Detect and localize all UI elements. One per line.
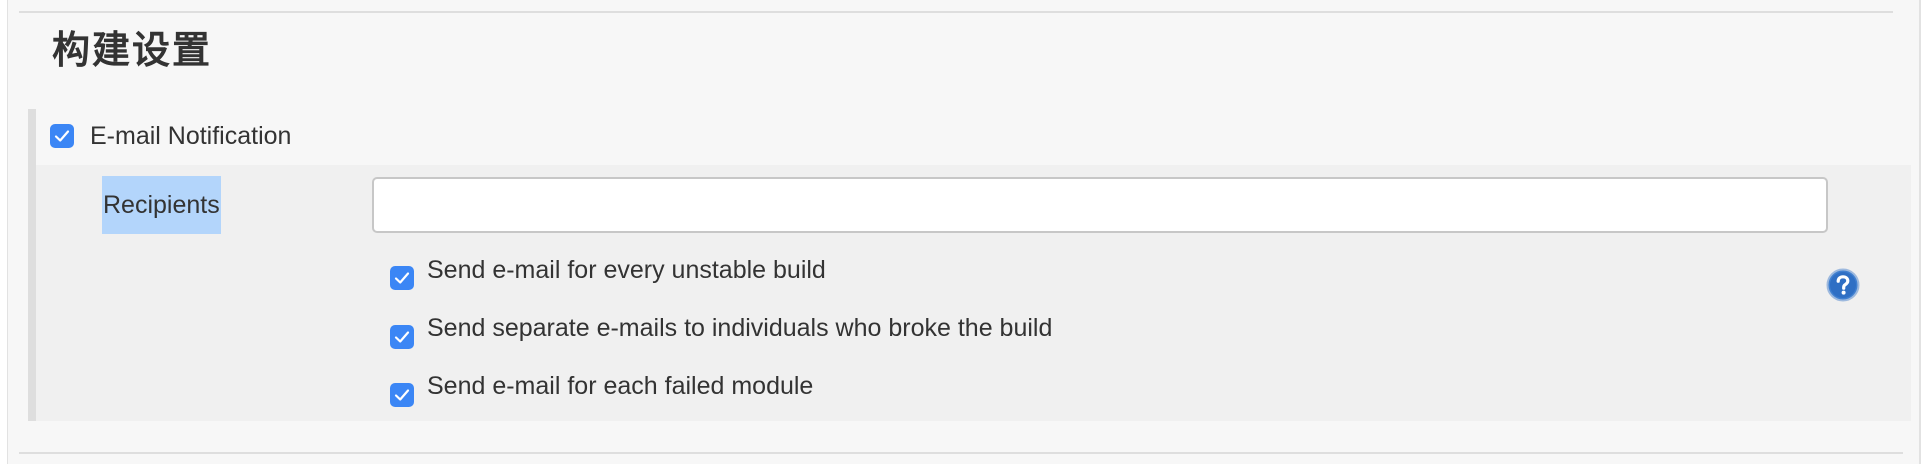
checkmark-icon (394, 331, 410, 343)
email-notification-checkbox[interactable] (50, 124, 74, 148)
checkmark-icon (394, 272, 410, 284)
build-settings-panel: 构建设置 E-mail Notification Recipients Send… (7, 0, 1921, 464)
individuals-broke-build-checkbox[interactable] (390, 325, 414, 349)
failed-module-label[interactable]: Send e-mail for each failed module (427, 371, 813, 401)
email-notification-block: E-mail Notification Recipients Send e-ma… (28, 109, 1911, 421)
individuals-broke-build-label[interactable]: Send separate e-mails to individuals who… (427, 313, 1052, 343)
page: 构建设置 E-mail Notification Recipients Send… (0, 0, 1926, 464)
checkmark-icon (394, 389, 410, 401)
recipients-label: Recipients (102, 176, 221, 234)
email-notification-header: E-mail Notification (36, 109, 1911, 165)
unstable-build-label[interactable]: Send e-mail for every unstable build (427, 255, 826, 285)
checkmark-icon (54, 130, 70, 142)
section-divider-bottom (19, 452, 1903, 454)
help-icon[interactable] (1826, 268, 1860, 302)
section-divider-top (19, 11, 1893, 13)
email-notification-label[interactable]: E-mail Notification (90, 121, 291, 151)
email-notification-options: Recipients Send e-mail for every unstabl… (36, 165, 1911, 421)
section-title: 构建设置 (52, 28, 213, 72)
recipients-input[interactable] (372, 177, 1828, 233)
failed-module-checkbox[interactable] (390, 383, 414, 407)
unstable-build-checkbox[interactable] (390, 266, 414, 290)
